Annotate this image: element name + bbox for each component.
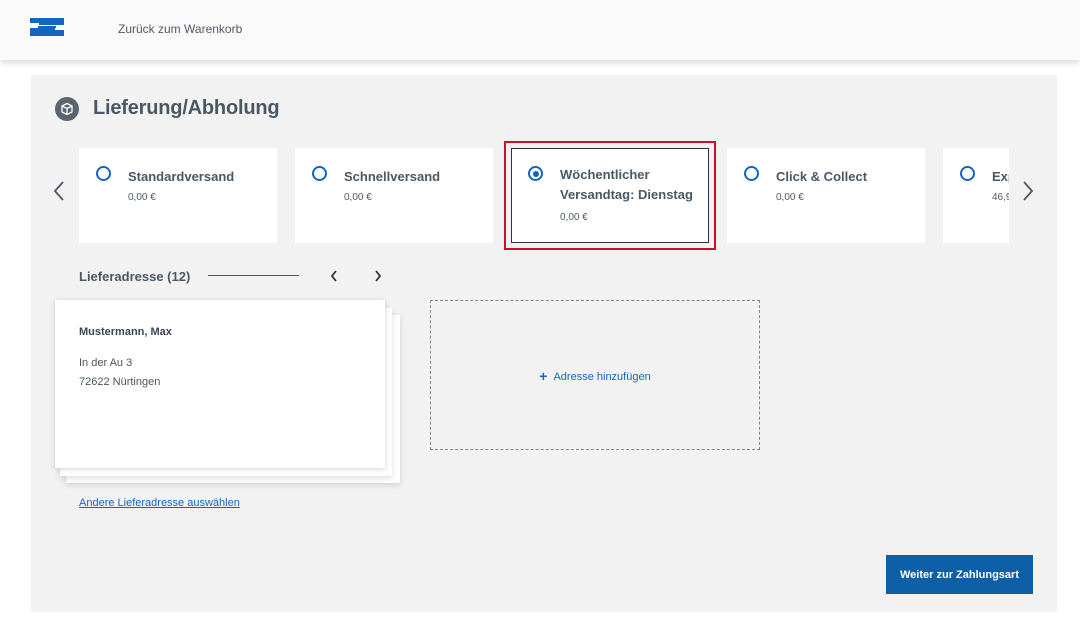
chevron-left-icon (330, 270, 337, 282)
continue-to-payment-button[interactable]: Weiter zur Zahlungsart (886, 555, 1033, 594)
shipping-option-weekly[interactable]: Wöchentlicher Versandtag: Dienstag 0,00 … (504, 141, 716, 250)
choose-other-address-link[interactable]: Andere Lieferadresse auswählen (79, 497, 240, 509)
shipping-option-standard[interactable]: Standardversand 0,00 € (79, 148, 277, 243)
delivery-panel: Lieferung/Abholung Standardversand 0,00 … (31, 75, 1057, 612)
chevron-left-icon (53, 181, 64, 201)
brand-logo[interactable] (30, 18, 64, 36)
add-address-label: Adresse hinzufügen (553, 371, 651, 383)
back-to-cart-link[interactable]: Zurück zum Warenkorb (118, 22, 242, 36)
option-name: Click & Collect (776, 169, 868, 184)
address-next-button[interactable] (371, 268, 385, 284)
radio-button-checked[interactable] (528, 166, 543, 181)
address-city: 72622 Nürtingen (79, 376, 161, 388)
radio-button[interactable] (96, 166, 111, 181)
shipping-option-click-collect[interactable]: Click & Collect 0,00 € (727, 148, 925, 243)
carousel-next-button[interactable] (1020, 179, 1036, 203)
chevron-right-icon (375, 270, 382, 282)
shipping-option-express-fast[interactable]: Schnellversand 0,00 € (295, 148, 493, 243)
address-prev-button[interactable] (327, 268, 341, 284)
option-price: 0,00 € (344, 192, 372, 203)
address-street: In der Au 3 (79, 357, 133, 369)
divider (208, 275, 299, 276)
chevron-right-icon (1023, 181, 1034, 201)
address-name: Mustermann, Max (79, 326, 172, 338)
section-title: Lieferung/Abholung (93, 97, 280, 119)
top-bar: Zurück zum Warenkorb (0, 0, 1080, 60)
radio-button[interactable] (312, 166, 327, 181)
option-name: Express Uhr (992, 169, 1009, 184)
option-price: 0,00 € (128, 192, 156, 203)
address-card[interactable]: Mustermann, Max In der Au 3 72622 Nürtin… (55, 300, 385, 468)
add-address-label-wrap: + Adresse hinzufügen (431, 368, 759, 384)
option-price: 46,9 (992, 192, 1009, 203)
option-name: Wöchentlicher Versandtag: Dienstag (560, 167, 693, 202)
add-address-card[interactable]: + Adresse hinzufügen (430, 300, 760, 450)
delivery-address-title: Lieferadresse (12) (79, 269, 191, 284)
option-name: Standardversand (128, 169, 235, 184)
option-price: 0,00 € (560, 212, 588, 223)
package-icon (55, 97, 79, 121)
carousel-prev-button[interactable] (51, 179, 67, 203)
shipping-option-express-time[interactable]: Express Uhr 46,9 (943, 148, 1009, 243)
plus-icon: + (539, 368, 548, 384)
radio-button[interactable] (960, 166, 975, 181)
radio-button[interactable] (744, 166, 759, 181)
option-name: Schnellversand (344, 169, 441, 184)
option-price: 0,00 € (776, 192, 804, 203)
